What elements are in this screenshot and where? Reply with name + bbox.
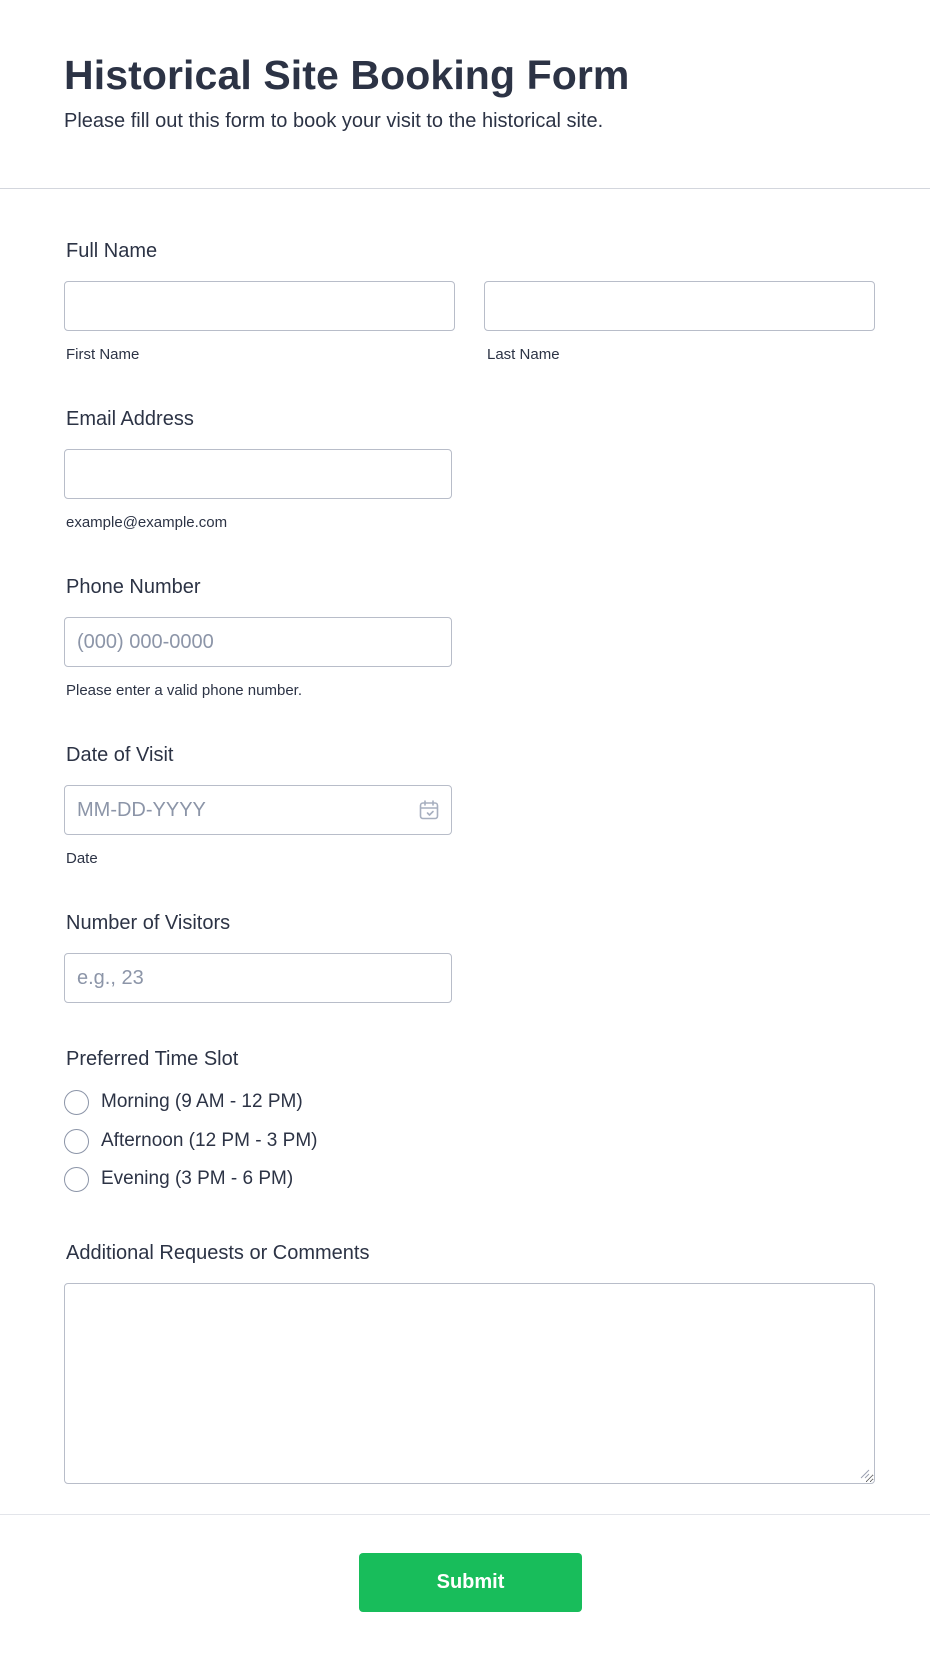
form-subtitle: Please fill out this form to book your v… xyxy=(64,110,604,132)
first-name-sublabel: First Name xyxy=(66,346,140,363)
date-sublabel: Date xyxy=(66,850,98,867)
full-name-label: Full Name xyxy=(66,240,158,262)
radio-button[interactable] xyxy=(64,1089,89,1115)
calendar-icon[interactable] xyxy=(418,799,440,821)
last-name-sublabel: Last Name xyxy=(487,346,560,363)
comments-textarea[interactable] xyxy=(64,1283,875,1484)
phone-label: Phone Number xyxy=(66,576,201,598)
form-header: Historical Site Booking Form Please fill… xyxy=(0,0,930,189)
phone-input[interactable] xyxy=(64,617,452,667)
email-input[interactable] xyxy=(64,449,452,499)
date-input[interactable] xyxy=(64,785,452,835)
last-name-input[interactable] xyxy=(484,281,875,331)
email-label: Email Address xyxy=(66,408,194,430)
time-slot-option-afternoon[interactable]: Afternoon (12 PM - 3 PM) xyxy=(64,1127,317,1155)
visitors-input[interactable] xyxy=(64,953,452,1003)
time-slot-option-morning[interactable]: Morning (9 AM - 12 PM) xyxy=(64,1088,303,1116)
booking-form: Historical Site Booking Form Please fill… xyxy=(0,0,930,1662)
time-slot-label: Preferred Time Slot xyxy=(66,1048,239,1070)
date-label: Date of Visit xyxy=(66,744,174,766)
radio-button[interactable] xyxy=(64,1166,89,1192)
radio-label: Evening (3 PM - 6 PM) xyxy=(101,1168,294,1189)
phone-sublabel: Please enter a valid phone number. xyxy=(66,682,302,699)
visitors-label: Number of Visitors xyxy=(66,912,231,934)
submit-button[interactable]: Submit xyxy=(359,1553,582,1612)
first-name-input[interactable] xyxy=(64,281,455,331)
form-title: Historical Site Booking Form xyxy=(64,52,630,98)
radio-button[interactable] xyxy=(64,1128,89,1154)
time-slot-option-evening[interactable]: Evening (3 PM - 6 PM) xyxy=(64,1165,293,1193)
email-sublabel: example@example.com xyxy=(66,514,228,531)
radio-label: Afternoon (12 PM - 3 PM) xyxy=(101,1130,318,1151)
resize-grip-icon[interactable] xyxy=(860,1469,870,1479)
comments-label: Additional Requests or Comments xyxy=(66,1242,370,1264)
radio-label: Morning (9 AM - 12 PM) xyxy=(101,1091,303,1112)
